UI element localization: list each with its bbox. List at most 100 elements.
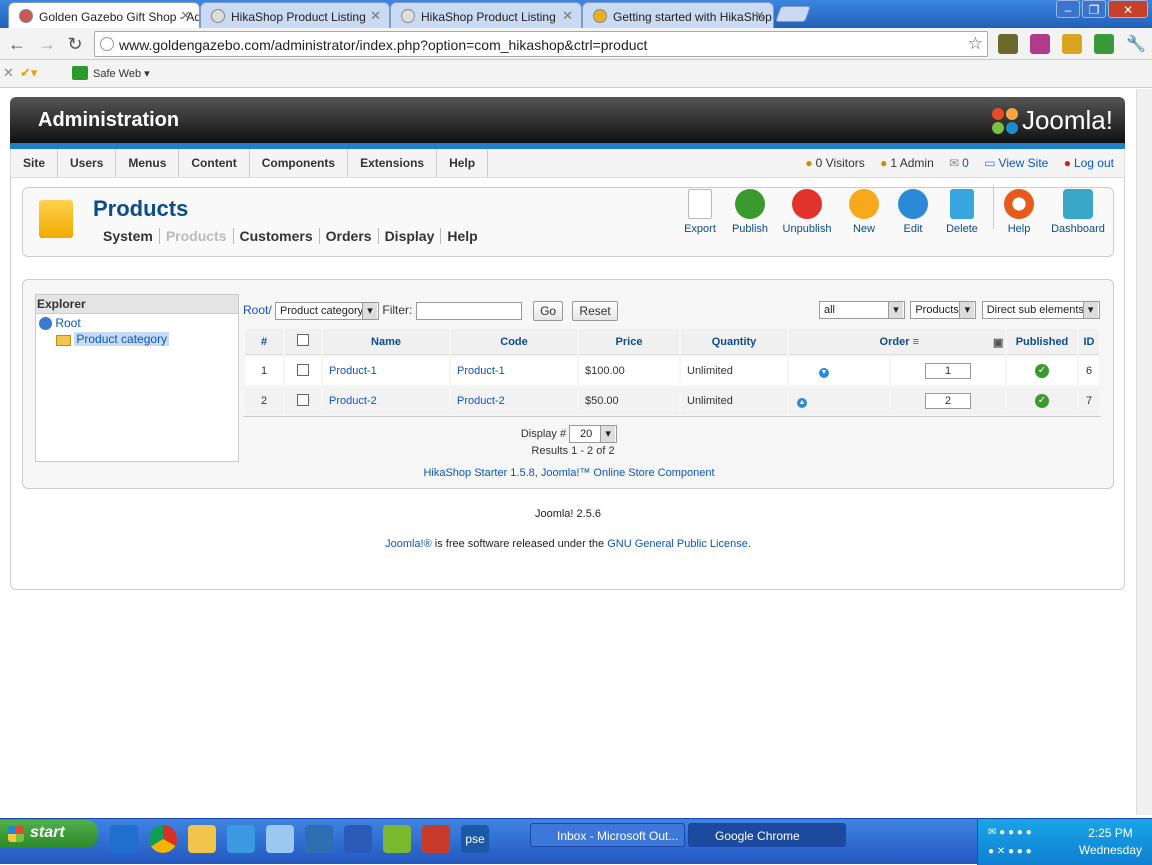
internet-explorer-icon[interactable]	[110, 825, 138, 853]
notepad-icon[interactable]	[266, 825, 294, 853]
gpl-link[interactable]: GNU General Public License	[607, 538, 748, 550]
type-filter-select[interactable]: Products	[910, 301, 977, 319]
wrench-icon[interactable]: 🔧	[1126, 34, 1146, 54]
reset-button[interactable]: Reset	[572, 301, 618, 321]
submenu-orders[interactable]: Orders	[319, 228, 379, 244]
minimize-button[interactable]: –	[1056, 0, 1080, 18]
close-icon[interactable]: ✕	[180, 8, 191, 24]
word-icon[interactable]	[344, 825, 372, 853]
go-button[interactable]: Go	[533, 301, 564, 321]
product-name-link[interactable]: Product-2	[323, 387, 449, 415]
app-icon[interactable]	[305, 825, 333, 853]
star-icon[interactable]: ☆	[968, 34, 983, 54]
submenu-help[interactable]: Help	[441, 228, 483, 244]
maximize-button[interactable]: ❐	[1082, 0, 1106, 18]
close-icon[interactable]: ✕	[370, 8, 381, 24]
tab-hikashop-listing-1[interactable]: HikaShop Product Listing ✕	[200, 2, 390, 28]
extension-icon[interactable]	[1062, 34, 1082, 54]
product-code-link[interactable]: Product-2	[451, 387, 577, 415]
col-id[interactable]: ID	[1079, 329, 1099, 355]
menu-extensions[interactable]: Extensions	[348, 149, 438, 177]
submenu-products[interactable]: Products	[159, 228, 234, 244]
select-all-checkbox[interactable]	[297, 334, 309, 346]
published-check-icon[interactable]: ✓	[1035, 364, 1049, 378]
publish-button[interactable]: Publish	[720, 187, 780, 235]
product-name-link[interactable]: Product-1	[323, 357, 449, 385]
reload-button[interactable]: ↻	[64, 33, 86, 55]
category-select[interactable]: Product category	[275, 302, 380, 320]
forward-button[interactable]: →	[36, 33, 58, 55]
menu-components[interactable]: Components	[250, 149, 349, 177]
menu-help[interactable]: Help	[437, 149, 489, 177]
logout-icon: ●	[1063, 156, 1071, 170]
col-order[interactable]: Order ≡ ▣	[789, 329, 1005, 355]
task-chrome[interactable]: Google Chrome	[688, 823, 846, 847]
order-input[interactable]: 1	[925, 363, 971, 379]
help-button[interactable]: Help	[989, 187, 1049, 235]
tree-product-category[interactable]: Product category	[36, 330, 238, 347]
extension-icon[interactable]	[998, 34, 1018, 54]
col-code[interactable]: Code	[451, 329, 577, 355]
unpublish-button[interactable]: Unpublish	[777, 187, 837, 235]
breadcrumb-root[interactable]: Root/	[243, 303, 272, 317]
depth-filter-select[interactable]: Direct sub elements	[981, 301, 1100, 319]
tab-hikashop-listing-2[interactable]: HikaShop Product Listing ✕	[390, 2, 582, 28]
submenu-display[interactable]: Display	[378, 228, 442, 244]
product-quantity: Unlimited	[681, 357, 787, 385]
publish-filter-select[interactable]: all	[819, 301, 905, 319]
address-bar[interactable]: www.goldengazebo.com/administrator/index…	[94, 31, 988, 57]
save-order-icon[interactable]: ▣	[993, 336, 1003, 349]
pse-icon[interactable]: pse	[461, 825, 489, 853]
move-up-icon[interactable]: ▲	[797, 397, 807, 408]
published-check-icon[interactable]: ✓	[1035, 394, 1049, 408]
display-limit-select[interactable]: 20	[569, 425, 618, 443]
tray-icons[interactable]: ● ✕ ● ● ●	[988, 846, 1032, 857]
row-checkbox[interactable]	[297, 393, 309, 406]
system-tray: ✉ ● ● ● ● ● ✕ ● ● ● 2:25 PM Wednesday	[977, 819, 1152, 865]
tab-golden-gazebo[interactable]: Golden Gazebo Gift Shop - Ad ✕	[8, 2, 200, 28]
logout-link[interactable]: Log out	[1074, 156, 1114, 170]
app-icon[interactable]	[383, 825, 411, 853]
col-name[interactable]: Name	[323, 329, 449, 355]
delete-button[interactable]: Delete	[932, 187, 992, 235]
submenu-customers[interactable]: Customers	[233, 228, 320, 244]
view-site-link[interactable]: View Site	[999, 156, 1049, 170]
clock[interactable]: 2:25 PM Wednesday	[1079, 825, 1142, 859]
menu-site[interactable]: Site	[11, 149, 59, 177]
close-icon[interactable]: ✕	[754, 8, 765, 24]
back-button[interactable]: ←	[6, 33, 28, 55]
move-down-icon[interactable]: ▼	[819, 367, 829, 378]
col-published[interactable]: Published	[1007, 329, 1077, 355]
norton-icon[interactable]: ✔▾	[20, 65, 37, 81]
order-input[interactable]: 2	[925, 393, 971, 409]
extension-icon[interactable]	[1030, 34, 1050, 54]
product-code-link[interactable]: Product-1	[451, 357, 577, 385]
outlook-icon[interactable]	[188, 825, 216, 853]
dashboard-button[interactable]: Dashboard	[1048, 187, 1108, 235]
close-window-button[interactable]: ✕	[1108, 0, 1148, 18]
close-icon[interactable]: ✕	[3, 65, 14, 81]
new-tab-button[interactable]	[775, 6, 811, 22]
col-price[interactable]: Price	[579, 329, 679, 355]
page-scrollbar[interactable]	[1136, 89, 1152, 815]
messages-count[interactable]: 0	[962, 156, 969, 170]
col-quantity[interactable]: Quantity	[681, 329, 787, 355]
close-icon[interactable]: ✕	[562, 8, 573, 24]
tab-getting-started[interactable]: Getting started with HikaShop ✕	[582, 2, 774, 28]
menu-content[interactable]: Content	[179, 149, 250, 177]
safe-web-link[interactable]: Safe Web ▾	[93, 67, 150, 80]
submenu-system[interactable]: System	[97, 228, 160, 244]
menu-menus[interactable]: Menus	[116, 149, 180, 177]
chrome-icon[interactable]	[149, 825, 177, 853]
task-outlook[interactable]: Inbox - Microsoft Out...	[530, 823, 685, 847]
filter-input[interactable]	[415, 302, 522, 320]
camera-icon[interactable]	[422, 825, 450, 853]
menu-users[interactable]: Users	[58, 149, 117, 177]
extension-icon[interactable]	[1094, 34, 1114, 54]
row-checkbox[interactable]	[297, 363, 309, 376]
joomla-link[interactable]: Joomla!®	[385, 538, 432, 550]
app-icon[interactable]	[227, 825, 255, 853]
hikashop-credit-link[interactable]: HikaShop Starter 1.5.8, Joomla!™ Online …	[23, 467, 1115, 479]
tray-icons[interactable]: ✉ ● ● ● ●	[988, 827, 1032, 838]
tree-root[interactable]: Root	[36, 314, 238, 331]
